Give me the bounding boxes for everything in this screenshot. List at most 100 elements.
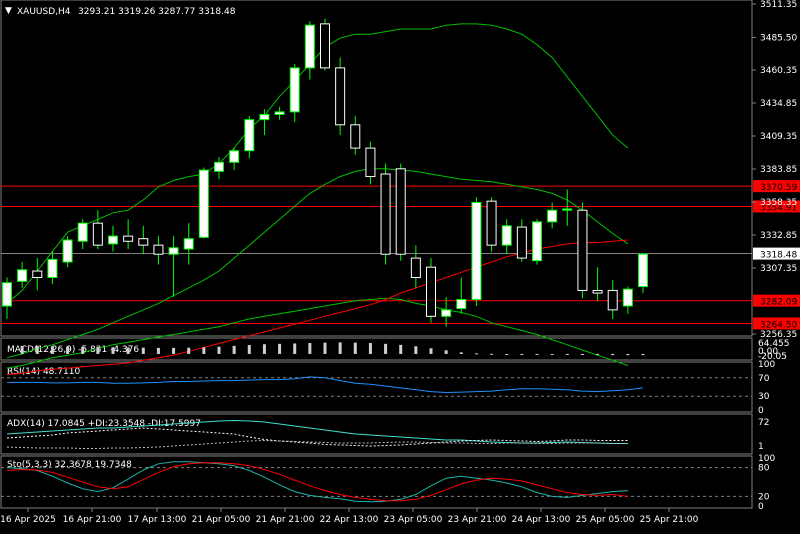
bollinger-upper-band <box>6 23 629 304</box>
candle-body <box>562 208 573 211</box>
candle-body <box>547 209 558 223</box>
macd-histogram-bar <box>202 347 206 354</box>
macd-histogram-bar <box>338 342 342 354</box>
candle-body <box>592 289 603 294</box>
macd-histogram-bar <box>96 347 100 354</box>
candle-body <box>638 253 648 288</box>
macd-histogram-bar <box>247 345 251 354</box>
candle-body <box>365 147 376 178</box>
macd-histogram-bar <box>353 342 357 354</box>
macd-histogram-bar <box>459 352 463 354</box>
macd-histogram-bar <box>35 345 39 354</box>
y-tick-label: 3409.35 <box>760 132 797 142</box>
candle-body <box>304 24 315 69</box>
macd-histogram-bar <box>232 345 236 354</box>
y-tick-label: 3511.35 <box>760 0 797 10</box>
candle-body <box>456 299 467 310</box>
macd-histogram-bar <box>474 353 478 355</box>
candle-body <box>77 222 88 242</box>
candle-body <box>183 238 194 250</box>
candle-body <box>350 124 361 149</box>
candle-body <box>380 173 391 255</box>
x-tick-label: 16 Apr 2025 <box>0 515 56 525</box>
level-label: 3282.09 <box>760 298 797 308</box>
macd-histogram-bar <box>172 347 176 354</box>
candle-body <box>138 238 149 246</box>
macd-histogram-bar <box>384 343 388 354</box>
candle-body <box>62 239 73 263</box>
candle-body <box>32 270 43 279</box>
stoch-y-tick-label: 0 <box>758 502 764 512</box>
macd-histogram-bar <box>444 350 448 354</box>
macd-histogram-bar <box>368 343 372 354</box>
rsi-y-tick-label: 100 <box>758 360 775 370</box>
y-tick-label: 3485.50 <box>760 33 797 43</box>
macd-histogram-bar <box>505 353 509 355</box>
rsi-y-tick-label: 30 <box>758 392 770 402</box>
candle-body <box>153 244 164 255</box>
macd-histogram-bar <box>308 343 312 354</box>
macd-histogram-bar <box>126 347 130 354</box>
candle-body <box>2 282 12 307</box>
header-arrow-icon[interactable]: ▼ <box>5 6 12 16</box>
candle-body <box>259 113 270 121</box>
candle-body <box>123 235 134 242</box>
macd-histogram-bar <box>262 344 266 354</box>
x-tick-label: 17 Apr 13:00 <box>128 515 187 525</box>
macd-histogram-bar <box>535 353 539 355</box>
candle-body <box>229 150 240 163</box>
chart-canvas[interactable]: ▼ XAUUSD,H4 3293.21 3319.26 3287.77 3318… <box>0 0 800 530</box>
candle-body <box>274 111 285 115</box>
rsi-line <box>7 376 644 394</box>
macd-histogram-bar <box>565 353 569 355</box>
stoch-y-tick-label: 80 <box>758 464 770 474</box>
x-tick-label: 23 Apr 21:00 <box>448 515 507 525</box>
candle-body <box>516 226 527 259</box>
candle-body <box>47 258 58 279</box>
candle-body <box>214 161 224 172</box>
macd-title: MACD(12,26,9) -5.831 -4.376 <box>7 345 139 355</box>
x-tick-label: 16 Apr 21:00 <box>63 515 122 525</box>
macd-histogram-bar <box>293 343 297 354</box>
stoch-y-tick-label: 100 <box>758 454 775 464</box>
macd-histogram-bar <box>641 353 645 356</box>
macd-histogram-bar <box>141 347 145 354</box>
candle-body <box>244 119 255 152</box>
macd-histogram-bar <box>50 346 54 354</box>
macd-histogram-bar <box>20 345 24 354</box>
candle-body <box>395 168 406 255</box>
x-tick-label: 24 Apr 13:00 <box>512 515 571 525</box>
y-tick-label: 3358.35 <box>760 198 797 208</box>
y-tick-label: 3383.85 <box>760 165 797 175</box>
candle-body <box>501 225 512 246</box>
macd-histogram-bar <box>429 348 433 354</box>
x-tick-label: 23 Apr 05:00 <box>384 515 443 525</box>
candle-body <box>108 235 118 245</box>
rsi-frame <box>0 361 753 413</box>
candle-body <box>410 257 421 279</box>
macd-histogram-bar <box>278 343 282 354</box>
macd-histogram-bar <box>81 346 85 354</box>
y-tick-label: 3332.85 <box>760 231 797 241</box>
rsi-y-tick-label: 0 <box>758 406 764 416</box>
trading-chart[interactable]: ▼ XAUUSD,H4 3293.21 3319.26 3287.77 3318… <box>0 0 800 530</box>
candle-body <box>17 269 28 282</box>
x-tick-label: 25 Apr 21:00 <box>640 515 699 525</box>
y-tick-label: 3307.35 <box>760 264 797 274</box>
macd-histogram-bar <box>611 353 615 356</box>
candle-body <box>426 266 436 317</box>
candle-body <box>622 288 633 307</box>
rsi-title: RSI(14) 48.7110 <box>7 367 80 377</box>
macd-histogram-bar <box>323 342 327 354</box>
macd-histogram-bar <box>520 353 524 355</box>
macd-histogram-bar <box>596 353 600 355</box>
y-tick-label: 3434.85 <box>760 99 797 109</box>
current-price-label: 3318.48 <box>760 251 797 261</box>
macd-histogram-bar <box>66 346 70 354</box>
macd-histogram-bar <box>550 353 554 355</box>
symbol-label: XAUUSD,H4 <box>17 7 71 17</box>
macd-histogram-bar <box>111 347 115 354</box>
ohlc-label: 3293.21 3319.26 3287.77 3318.48 <box>78 7 236 17</box>
candle-body <box>168 247 179 255</box>
macd-histogram-bar <box>490 353 494 355</box>
